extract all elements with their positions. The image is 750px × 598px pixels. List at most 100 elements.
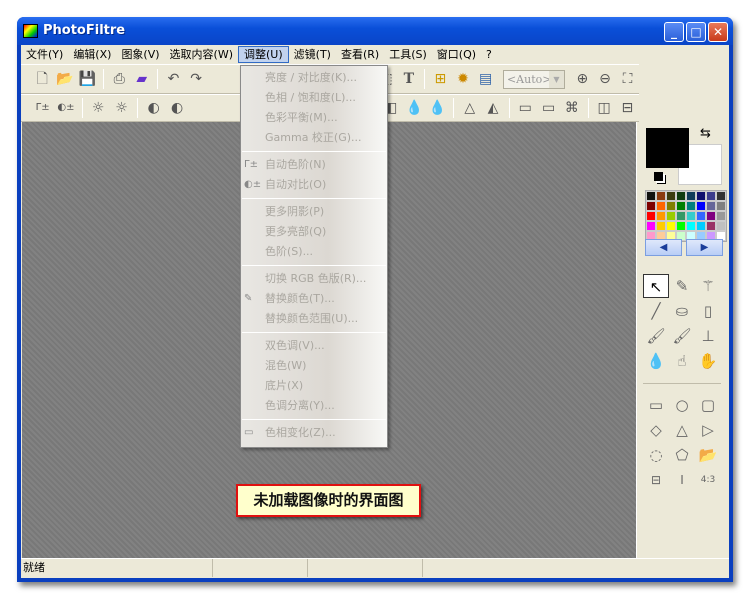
menu-edit[interactable]: 编辑(X) [68,46,116,63]
palette-swatch[interactable] [716,201,726,211]
menu-item[interactable]: ✎ 替换颜色(T)... [241,289,387,309]
palette-swatch[interactable] [676,221,686,231]
rounded-rect-shape-icon[interactable]: ▢ [695,393,721,417]
ellipse-shape-icon[interactable]: ○ [669,393,695,417]
maximize-button[interactable]: □ [686,22,706,42]
eyedropper-tool-icon[interactable]: ✎ [669,274,695,298]
palette-next-button[interactable]: ▶ [686,239,723,256]
contrast-up-icon[interactable]: ◐ [165,97,188,119]
redo-icon[interactable]: ↷ [185,68,208,90]
palette-swatch[interactable] [716,211,726,221]
contrast-down-icon[interactable]: ◐ [142,97,165,119]
flip-horizontal-icon[interactable]: ◫ [593,97,616,119]
print-icon[interactable]: ⎙ [108,68,131,90]
palette-swatch[interactable] [666,211,676,221]
zoom-out-icon[interactable]: ⊖ [594,68,617,90]
palette-swatch[interactable] [646,191,656,201]
swap-colors-icon[interactable]: ⇆ [700,126,711,141]
palette-swatch[interactable] [676,201,686,211]
pointer-tool-icon[interactable]: ↖ [643,274,669,298]
menu-item[interactable]: 切换 RGB 色版(R)... [241,269,387,289]
brightness-up-icon[interactable]: ☼ [110,97,133,119]
save-icon[interactable]: 💾 [76,68,99,90]
brightness-down-icon[interactable]: ☼ [87,97,110,119]
full-height-icon[interactable]: Ⅰ [669,468,695,492]
palette-swatch[interactable] [646,221,656,231]
palette-swatch[interactable] [716,191,726,201]
menu-item[interactable]: 更多亮部(Q) [241,222,387,242]
menu-file[interactable]: 文件(Y) [21,46,68,63]
palette-swatch[interactable] [676,211,686,221]
menu-item[interactable]: 亮度 / 对比度(K)... [241,68,387,88]
menu-item[interactable]: 色相 / 饱和度(L)... [241,88,387,108]
menu-item[interactable]: Γ± 自动色阶(N) [241,155,387,175]
palette-swatch[interactable] [686,221,696,231]
magic-wand-tool-icon[interactable]: ⚚ [695,274,721,298]
gradient-icon[interactable]: ▭ [514,97,537,119]
palette-swatch[interactable] [706,201,716,211]
fill-tool-icon[interactable]: ⛀ [669,299,695,323]
title-bar[interactable]: PhotoFiltre _ □ ✕ [17,17,733,45]
minimize-button[interactable]: _ [664,22,684,42]
palette-swatch[interactable] [696,221,706,231]
palette-swatch[interactable] [646,201,656,211]
menu-item[interactable]: 色阶(S)... [241,242,387,262]
menu-view[interactable]: 查看(R) [336,46,384,63]
menu-item[interactable]: 色调分离(Y)... [241,396,387,416]
palette-swatch[interactable] [686,211,696,221]
texture-icon[interactable]: ⌘ [560,97,583,119]
menu-item[interactable]: ◐± 自动对比(O) [241,175,387,195]
menu-window[interactable]: 窗口(Q) [432,46,481,63]
palette-swatch[interactable] [646,211,656,221]
menu-item[interactable]: 混色(W) [241,356,387,376]
menu-image[interactable]: 图象(V) [116,46,164,63]
hand-tool-icon[interactable]: ✋ [695,349,721,373]
menu-item[interactable]: 底片(X) [241,376,387,396]
stamp-tool-icon[interactable]: ⊥ [695,324,721,348]
blur-icon[interactable]: 💧 [403,97,426,119]
new-icon[interactable]: 🗋 [31,68,54,90]
smudge-tool-icon[interactable]: ☝ [669,349,695,373]
palette-swatch[interactable] [716,221,726,231]
palette-swatch[interactable] [666,201,676,211]
plugin-icon[interactable]: ✹ [452,68,475,90]
menu-item[interactable]: 双色调(V)... [241,336,387,356]
menu-adjust[interactable]: 调整(U) [238,46,289,63]
menu-item[interactable]: ▭ 色相变化(Z)... [241,423,387,443]
default-colors-icon[interactable] [654,172,663,181]
ratio-icon[interactable]: 4:3 [695,468,721,492]
gradient-fade-icon[interactable]: ▭ [537,97,560,119]
palette-swatch[interactable] [706,221,716,231]
palette-swatch[interactable] [666,221,676,231]
auto-levels-icon[interactable]: Γ± [31,97,54,119]
menu-item[interactable]: Gamma 校正(G)... [241,128,387,148]
fit-window-icon[interactable]: ⛶ [616,68,639,90]
flip-vertical-icon[interactable]: ⊟ [616,97,639,119]
menu-help[interactable]: ? [481,46,497,63]
palette-swatch[interactable] [706,191,716,201]
line-tool-icon[interactable]: ╱ [643,299,669,323]
palette-swatch[interactable] [686,201,696,211]
menu-filter[interactable]: 滤镜(T) [289,46,336,63]
rectangle-shape-icon[interactable]: ▭ [643,393,669,417]
triangle-right-shape-icon[interactable]: ▷ [695,418,721,442]
window-icon[interactable]: ▤ [474,68,497,90]
zoom-in-icon[interactable]: ⊕ [571,68,594,90]
triangle-shape-icon[interactable]: △ [669,418,695,442]
palette-swatch[interactable] [666,191,676,201]
palette-swatch[interactable] [656,211,666,221]
palette-swatch[interactable] [706,211,716,221]
palette-prev-button[interactable]: ◀ [645,239,682,256]
zoom-select[interactable]: <Auto> ▼ [502,69,565,89]
palette-swatch[interactable] [696,211,706,221]
close-button[interactable]: ✕ [708,22,728,42]
menu-item[interactable]: 色彩平衡(M)... [241,108,387,128]
sharpen-icon[interactable]: △ [458,97,481,119]
brush-tool-icon[interactable]: 🖌 [643,324,669,348]
menu-tools[interactable]: 工具(S) [384,46,432,63]
sharpen-more-icon[interactable]: ◭ [481,97,504,119]
menu-item[interactable]: 更多阴影(P) [241,202,387,222]
blur-more-icon[interactable]: 💧 [426,97,449,119]
text-icon[interactable]: T [397,68,420,90]
explorer-icon[interactable]: ⊞ [429,68,452,90]
